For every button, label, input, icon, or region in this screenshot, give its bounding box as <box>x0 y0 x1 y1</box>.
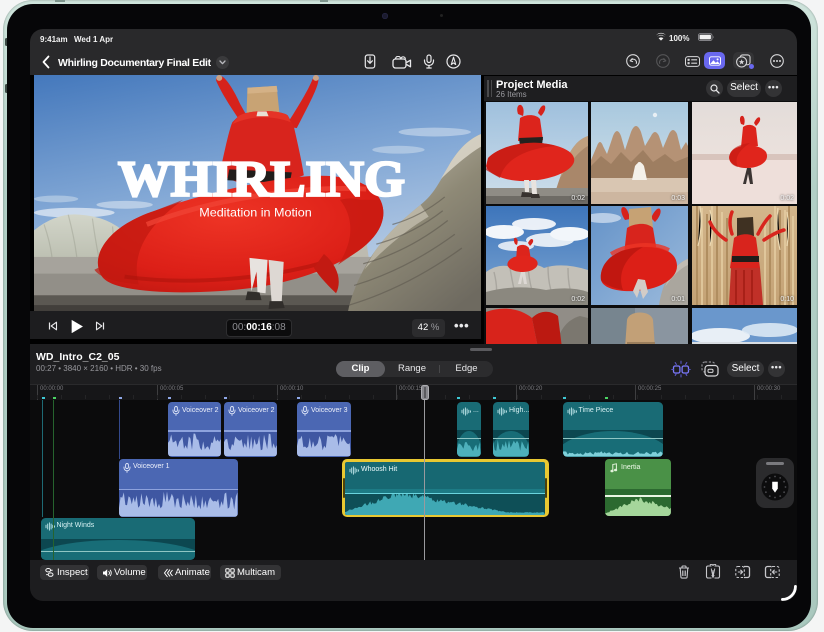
svg-text:WHIRLING: WHIRLING <box>118 152 405 208</box>
svg-text:Meditation in Motion: Meditation in Motion <box>199 206 312 220</box>
